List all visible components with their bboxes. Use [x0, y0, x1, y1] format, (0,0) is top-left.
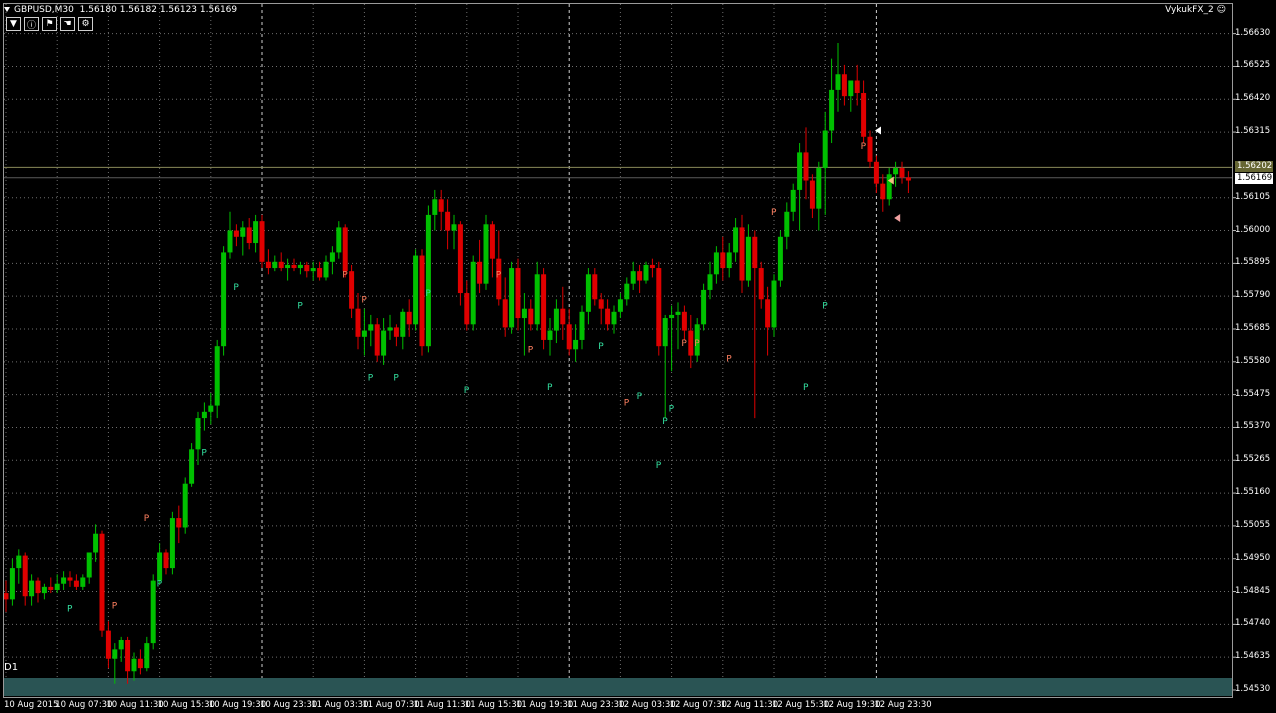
price-axis-label: 1.54950 [1235, 552, 1271, 563]
price-axis-label: 1.56000 [1235, 224, 1271, 235]
price-axis-label: 1.55790 [1235, 290, 1271, 301]
time-axis-label: 12 Aug 19:30 [823, 700, 881, 710]
indicator-settings-icon[interactable]: ☺ [1217, 5, 1226, 15]
time-axis-label: 10 Aug 07:30 [55, 700, 113, 710]
time-axis-label: 10 Aug 11:30 [106, 700, 164, 710]
dropdown-menu-button[interactable]: ▼ [6, 17, 21, 31]
time-axis-label: 11 Aug 11:30 [413, 700, 471, 710]
price-axis-label: 1.55895 [1235, 257, 1271, 268]
timeframe-label: D1 [4, 662, 19, 673]
symbol-info: GBPUSD,M30 1.56180 1.56182 1.56123 1.561… [4, 4, 237, 16]
price-axis-label: 1.55265 [1235, 454, 1271, 465]
indicator-label[interactable]: VykukFX_2 ☺ [1165, 5, 1226, 15]
time-axis-label: 10 Aug 2015 [4, 700, 59, 710]
price-axis-label: 1.55370 [1235, 421, 1271, 432]
time-axis-label: 12 Aug 11:30 [720, 700, 779, 710]
time-axis-label: 10 Aug 23:30 [260, 700, 318, 710]
price-axis-label: 1.55580 [1235, 355, 1271, 366]
price-axis-label: 1.54845 [1235, 585, 1271, 596]
time-axis-label: 11 Aug 19:30 [516, 700, 574, 710]
time-axis-label: 11 Aug 07:30 [362, 700, 420, 710]
current-price-tag: 1.56169 [1235, 172, 1273, 184]
price-axis-label: 1.54740 [1235, 618, 1271, 629]
time-axis-label: 11 Aug 23:30 [567, 700, 625, 710]
price-axis-label: 1.56315 [1235, 126, 1271, 137]
time-axis-label: 11 Aug 15:30 [464, 700, 523, 710]
time-axis-label: 10 Aug 15:30 [157, 700, 215, 710]
info-button[interactable]: ⓘ [24, 17, 39, 31]
price-axis-label: 1.54530 [1235, 684, 1271, 694]
price-axis-label: 1.55475 [1235, 388, 1271, 399]
price-axis-label: 1.56420 [1235, 93, 1271, 104]
info-icon: ⓘ [26, 20, 36, 31]
plot-frame [3, 3, 1233, 698]
chart-window[interactable]: PPPPPPPPPPPPPPPPPPPPPPPPPPPPP GBPUSD,M30… [0, 0, 1276, 713]
price-axis-label: 1.55685 [1235, 322, 1271, 333]
price-axis-label: 1.55055 [1235, 519, 1271, 530]
bid-value: 1.56180 [79, 5, 117, 15]
settings-button[interactable]: ⚙ [78, 17, 93, 31]
hand-icon: ☚ [63, 19, 72, 29]
indicator-name-text: VykukFX_2 [1165, 5, 1214, 15]
time-axis-label: 12 Aug 15:30 [772, 700, 830, 710]
price-axis-label: 1.54635 [1235, 651, 1271, 662]
price-axis-label: 1.56105 [1235, 191, 1271, 202]
high-value: 1.56182 [119, 5, 157, 15]
gear-icon: ⚙ [81, 19, 90, 29]
price-axis-label: 1.55160 [1235, 487, 1271, 498]
time-axis-label: 12 Aug 07:30 [669, 700, 727, 710]
dropdown-triangle-icon [4, 7, 10, 12]
chart-toolbar: ▼ ⓘ ⚑ ☚ ⚙ [6, 17, 93, 31]
time-axis-label: 11 Aug 03:30 [311, 700, 369, 710]
close-value: 1.56169 [199, 5, 238, 15]
line-price-tag: 1.56202 [1235, 161, 1273, 173]
time-axis-label: 12 Aug 23:30 [874, 700, 932, 710]
price-axis-label: 1.56525 [1235, 60, 1271, 71]
time-axis-label: 10 Aug 19:30 [208, 700, 267, 710]
price-axis-label: 1.56630 [1235, 27, 1271, 38]
time-axis-label: 12 Aug 03:30 [618, 700, 676, 710]
flag-button[interactable]: ⚑ [42, 17, 57, 31]
chevron-down-icon: ▼ [10, 19, 17, 29]
symbol-name: GBPUSD,M30 [14, 5, 74, 15]
low-value: 1.56123 [159, 5, 198, 15]
flag-icon: ⚑ [45, 19, 54, 29]
hand-button[interactable]: ☚ [60, 17, 75, 31]
